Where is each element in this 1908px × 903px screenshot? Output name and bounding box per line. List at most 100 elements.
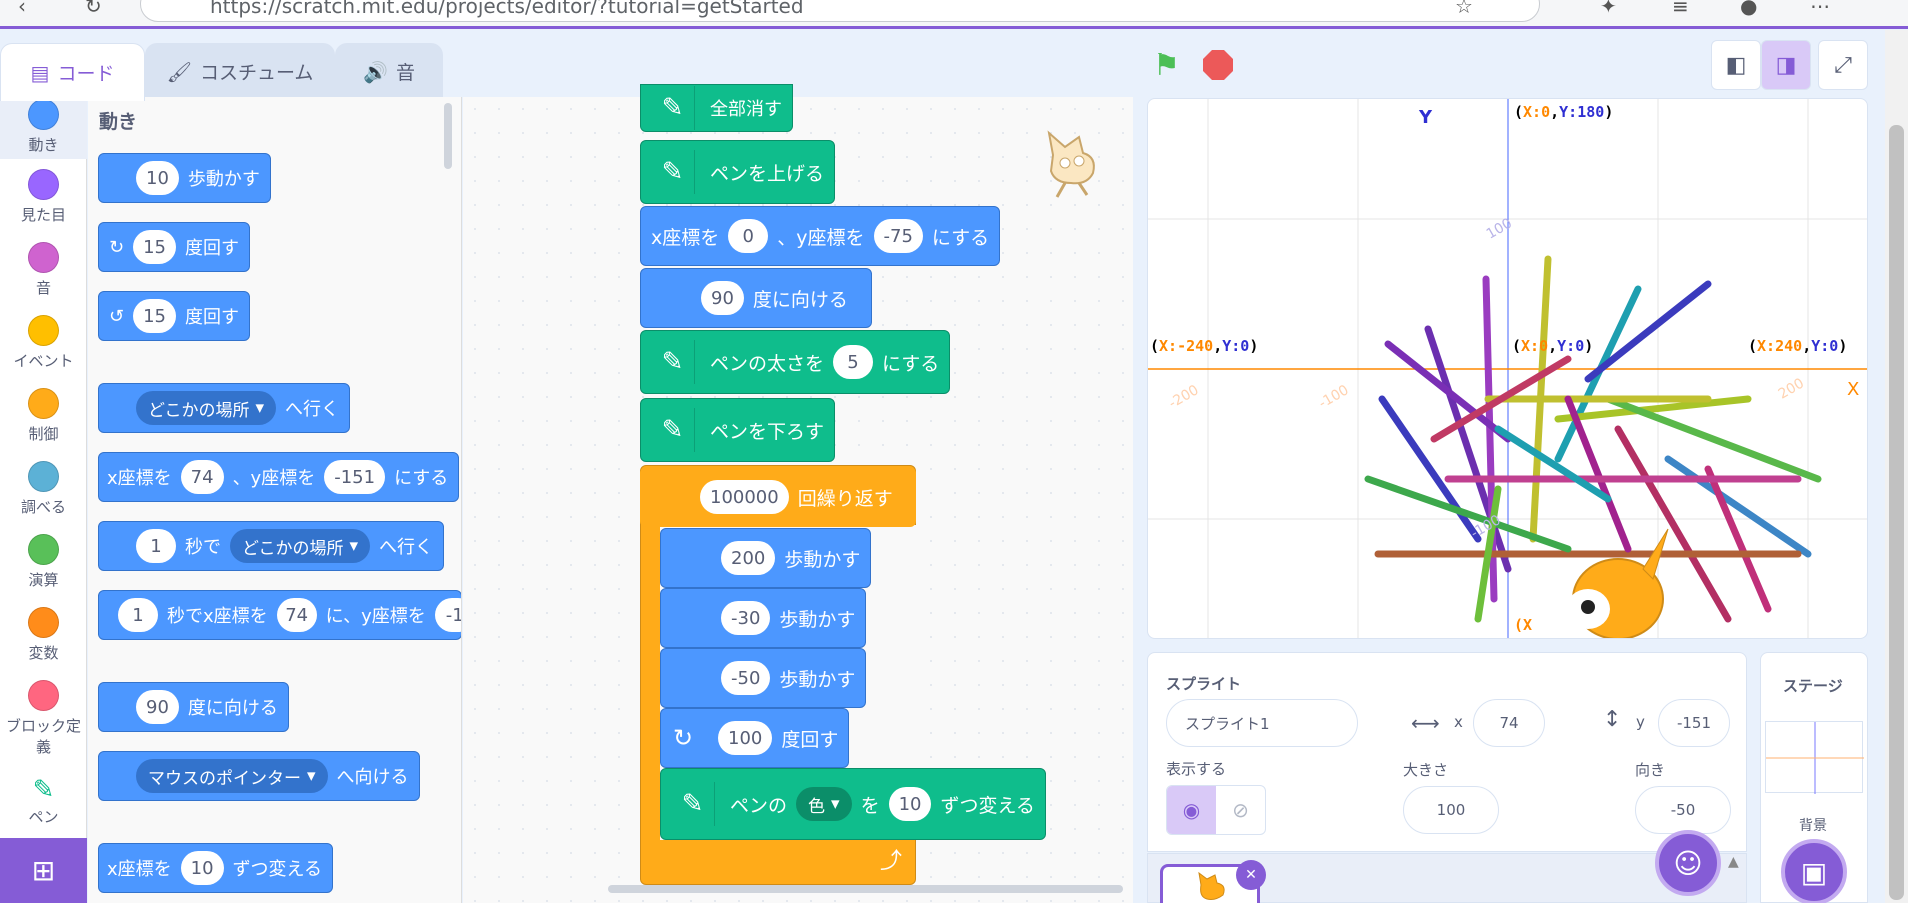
block-text: 度回す xyxy=(781,728,839,751)
script-horizontal-scrollbar[interactable] xyxy=(608,885,1123,893)
steps-input[interactable]: 200 xyxy=(721,541,776,575)
glide-dropdown[interactable]: どこかの場所 ▾ xyxy=(230,529,371,563)
x-input[interactable]: 0 xyxy=(728,219,769,253)
seconds-input[interactable]: 1 xyxy=(136,529,176,563)
x-field[interactable]: 74 xyxy=(1473,699,1545,747)
stage-thumbnail[interactable] xyxy=(1765,721,1864,794)
extensions-icon[interactable]: ✦ xyxy=(1600,0,1617,18)
degrees-input[interactable]: 15 xyxy=(133,299,176,333)
steps-input[interactable]: -30 xyxy=(721,601,771,635)
steps-input[interactable]: 10 xyxy=(136,161,179,195)
small-stage-button[interactable]: ◧ xyxy=(1711,40,1761,90)
y-input[interactable]: -75 xyxy=(873,219,923,253)
script-change-pen-block[interactable]: ✎ ペンの色 ▾ を 10 ずつ変える xyxy=(660,768,1046,840)
page-scrollbar[interactable] xyxy=(1885,30,1908,903)
scroll-up-icon[interactable]: ▲ xyxy=(1728,854,1739,870)
stage-target-pane[interactable]: ステージ 背景 ▣ xyxy=(1760,652,1868,903)
y-input[interactable]: -151 xyxy=(324,460,386,494)
tab-sound[interactable]: 🔊 音 xyxy=(335,43,443,99)
x-input[interactable]: 74 xyxy=(180,460,224,494)
towards-dropdown[interactable]: マウスのポインター ▾ xyxy=(136,759,328,793)
category-variables[interactable]: 変数 xyxy=(0,607,87,663)
normal-stage-button[interactable]: ◨ xyxy=(1761,40,1811,90)
turn-right-block[interactable]: ↻ 15 度回す xyxy=(98,222,250,272)
url-text[interactable]: https://scratch.mit.edu/projects/editor/… xyxy=(210,0,804,18)
change-x-block[interactable]: x座標を 10 ずつ変える xyxy=(98,843,334,893)
coord-center: (X:0,Y:0) xyxy=(1512,337,1594,355)
direction-field[interactable]: -50 xyxy=(1635,786,1731,834)
script-clear-block[interactable]: ✎ 全部消す xyxy=(640,84,793,132)
tab-costume[interactable]: 🖌 コスチューム xyxy=(145,43,335,99)
glide-xy-block[interactable]: 1 秒でx座標を 74 に、y座標を -1 xyxy=(98,590,461,640)
glide-block[interactable]: 1 秒で どこかの場所 ▾ へ行く xyxy=(98,521,445,571)
goto-dropdown[interactable]: どこかの場所 ▾ xyxy=(136,391,277,425)
add-extension-button[interactable]: ⊞ xyxy=(0,838,87,903)
sensing-dot-icon xyxy=(28,461,59,492)
script-turn-block[interactable]: ↻ 100 度回す xyxy=(660,708,850,768)
direction-input[interactable]: 90 xyxy=(701,281,744,315)
stop-icon[interactable] xyxy=(1203,50,1233,80)
repeat-count-input[interactable]: 100000 xyxy=(700,480,789,514)
script-pen-size-block[interactable]: ✎ ペンの太さを 5 にする xyxy=(640,330,951,394)
pen-size-input[interactable]: 5 xyxy=(833,345,874,379)
sprite-name-field[interactable]: スプライト1 xyxy=(1166,699,1358,747)
menu-icon[interactable]: ⋯ xyxy=(1810,0,1830,18)
show-label: 表示する xyxy=(1166,760,1227,778)
goto-block[interactable]: どこかの場所 ▾ へ行く xyxy=(98,383,351,433)
fullscreen-button[interactable]: ⤢ xyxy=(1818,40,1868,90)
script-point-block[interactable]: 90 度に向ける xyxy=(640,268,872,328)
script-move-block-2[interactable]: -30 歩動かす xyxy=(660,588,867,648)
block-text: へ行く xyxy=(285,399,340,420)
delete-sprite-icon[interactable]: ✕ xyxy=(1236,860,1266,890)
hide-eye-icon[interactable]: ⊘ xyxy=(1216,786,1265,834)
green-flag-icon[interactable]: ⚑ xyxy=(1153,48,1180,83)
script-move-block-1[interactable]: 200 歩動かす xyxy=(660,528,872,588)
y-field[interactable]: -151 xyxy=(1658,699,1730,747)
add-backdrop-button[interactable]: ▣ xyxy=(1781,839,1847,903)
category-events[interactable]: イベント xyxy=(0,315,87,371)
point-direction-block[interactable]: 90 度に向ける xyxy=(98,682,289,732)
script-goto-xy-block[interactable]: x座標を 0 、y座標を -75 にする xyxy=(640,206,1001,266)
script-pen-up-block[interactable]: ✎ ペンを上げる xyxy=(640,140,836,204)
category-looks[interactable]: 見た目 xyxy=(0,169,87,225)
x-change-input[interactable]: 10 xyxy=(180,851,224,885)
goto-xy-block[interactable]: x座標を 74 、y座標を -151 にする xyxy=(98,452,460,502)
palette-scrollbar[interactable] xyxy=(444,103,452,169)
script-pen-down-block[interactable]: ✎ ペンを下ろす xyxy=(640,398,836,462)
pen-param-dropdown[interactable]: 色 ▾ xyxy=(796,787,852,821)
category-motion[interactable]: 動き xyxy=(0,97,87,159)
coord-y: Y:0 xyxy=(1222,337,1250,355)
category-sensing[interactable]: 調べる xyxy=(0,461,87,517)
block-text: 歩動かす xyxy=(784,548,861,571)
block-text: 、y座標を xyxy=(232,468,316,489)
add-sprite-button[interactable]: ☺ xyxy=(1655,830,1721,896)
size-field[interactable]: 100 xyxy=(1403,786,1499,834)
degrees-input[interactable]: 15 xyxy=(133,230,176,264)
point-towards-block[interactable]: マウスのポインター ▾ へ向ける xyxy=(98,751,420,801)
change-amount-input[interactable]: 10 xyxy=(888,787,932,821)
move-steps-block[interactable]: 10 歩動かす xyxy=(98,153,271,203)
category-control[interactable]: 制御 xyxy=(0,388,87,444)
reload-icon[interactable]: ↻ xyxy=(85,0,102,18)
profile-icon[interactable]: ● xyxy=(1740,0,1757,18)
repeat-header[interactable]: 100000 回繰り返す xyxy=(640,467,916,527)
category-my-blocks[interactable]: ブロック定義 xyxy=(0,680,87,757)
x-input[interactable]: 74 xyxy=(276,598,317,632)
scrollbar-thumb[interactable] xyxy=(1889,125,1904,900)
y-input[interactable]: -1 xyxy=(434,598,461,632)
reading-list-icon[interactable]: ≡ xyxy=(1672,0,1689,18)
degrees-input[interactable]: 100 xyxy=(718,721,773,755)
bookmark-star-icon[interactable]: ☆ xyxy=(1455,0,1473,18)
back-icon[interactable]: ‹ xyxy=(18,0,26,18)
turn-left-block[interactable]: ↺ 15 度回す xyxy=(98,291,250,341)
seconds-input[interactable]: 1 xyxy=(118,598,158,632)
category-pen[interactable]: ✎ ペン xyxy=(0,775,87,827)
tab-code[interactable]: ▤ コード xyxy=(0,43,145,101)
category-operators[interactable]: 演算 xyxy=(0,534,87,590)
stage-canvas[interactable]: Y X (X:0,Y:180) (X:-240,Y:0) (X:240,Y:0)… xyxy=(1147,98,1868,639)
steps-input[interactable]: -50 xyxy=(721,661,771,695)
direction-input[interactable]: 90 xyxy=(136,690,179,724)
show-eye-icon[interactable]: ◉ xyxy=(1167,786,1216,834)
script-move-block-3[interactable]: -50 歩動かす xyxy=(660,648,867,708)
category-sound[interactable]: 音 xyxy=(0,242,87,298)
